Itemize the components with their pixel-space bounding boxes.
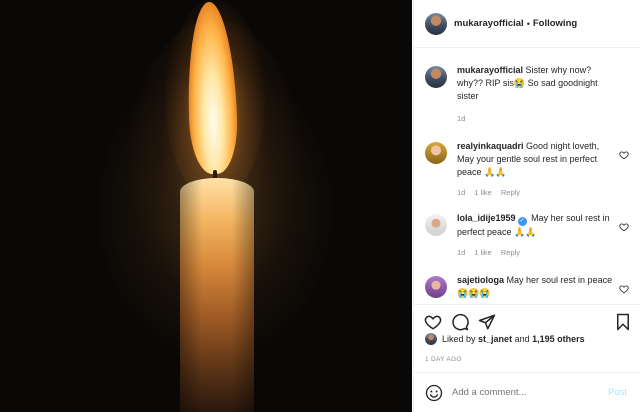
comment-username[interactable]: mukarayofficial xyxy=(457,65,523,75)
comment-time[interactable]: 1d xyxy=(457,186,465,199)
list-item: realyinkaquadri Good night loveth, May y… xyxy=(425,140,635,199)
post-comment-button[interactable]: Post xyxy=(608,387,627,398)
post-side-panel: mukarayofficial • Following mukarayoffic… xyxy=(413,0,640,412)
comment-heart-icon[interactable] xyxy=(619,222,629,232)
comment-likes[interactable]: 1 like xyxy=(474,246,492,259)
likes-summary: Liked by st_janet and 1,195 others xyxy=(425,333,585,345)
paper-plane-icon[interactable] xyxy=(478,313,496,331)
comment-heart-icon[interactable] xyxy=(619,284,629,294)
author-username[interactable]: mukarayofficial xyxy=(454,18,524,29)
post-timestamp[interactable]: 1 DAY AGO xyxy=(425,356,462,363)
comment-username[interactable]: lola_idije1959 xyxy=(457,213,516,223)
commenter-avatar[interactable] xyxy=(425,214,447,236)
heart-icon[interactable] xyxy=(424,313,442,331)
add-comment-bar: Post xyxy=(414,372,640,412)
comment-meta: 1d 1 like Reply xyxy=(457,186,617,199)
reply-button[interactable]: Reply xyxy=(501,246,520,259)
reply-button[interactable]: Reply xyxy=(501,186,520,199)
comment-body: lola_idije1959 ✓ May her soul rest in per… xyxy=(457,212,617,259)
post-header: mukarayofficial • Following xyxy=(414,0,640,48)
commenter-avatar[interactable] xyxy=(425,66,447,88)
commenter-avatar[interactable] xyxy=(425,142,447,164)
smiley-icon[interactable] xyxy=(425,384,443,402)
commenter-avatar[interactable] xyxy=(425,276,447,298)
bookmark-icon[interactable] xyxy=(614,313,632,331)
post-image[interactable] xyxy=(0,0,412,412)
candle-shading xyxy=(180,178,254,412)
comment-body: sajetiologa May her soul rest in peace 😭… xyxy=(457,274,617,300)
following-button[interactable]: Following xyxy=(533,18,577,29)
caption-comment: mukarayofficial Sister why now? why?? RI… xyxy=(425,64,635,125)
likes-conjunction: and xyxy=(514,334,530,344)
comment-meta: 1d xyxy=(457,112,617,125)
header-separator: • xyxy=(526,18,530,29)
liker-username[interactable]: st_janet xyxy=(478,334,512,344)
comment-username[interactable]: realyinkaquadri xyxy=(457,141,524,151)
liked-by-prefix: Liked by xyxy=(442,334,476,344)
likes-others-count[interactable]: 1,195 others xyxy=(532,334,585,344)
author-avatar[interactable] xyxy=(425,12,447,35)
comment-username[interactable]: sajetiologa xyxy=(457,275,504,285)
comments-list[interactable]: mukarayofficial Sister why now? why?? RI… xyxy=(414,56,640,304)
comment-heart-icon[interactable] xyxy=(619,150,629,160)
comment-time[interactable]: 1d xyxy=(457,112,465,125)
verified-badge-icon: ✓ xyxy=(517,217,527,226)
comment-body: mukarayofficial Sister why now? why?? RI… xyxy=(457,64,617,125)
comment-meta: 1d 1 like Reply xyxy=(457,246,617,259)
add-comment-input[interactable] xyxy=(452,387,602,398)
liker-avatar[interactable] xyxy=(425,333,437,345)
list-item: sajetiologa May her soul rest in peace 😭… xyxy=(425,274,635,300)
list-item: lola_idije1959 ✓ May her soul rest in per… xyxy=(425,212,635,259)
comment-bubble-icon[interactable] xyxy=(451,313,469,331)
comment-body: realyinkaquadri Good night loveth, May y… xyxy=(457,140,617,199)
comment-time[interactable]: 1d xyxy=(457,246,465,259)
comment-likes[interactable]: 1 like xyxy=(474,186,492,199)
